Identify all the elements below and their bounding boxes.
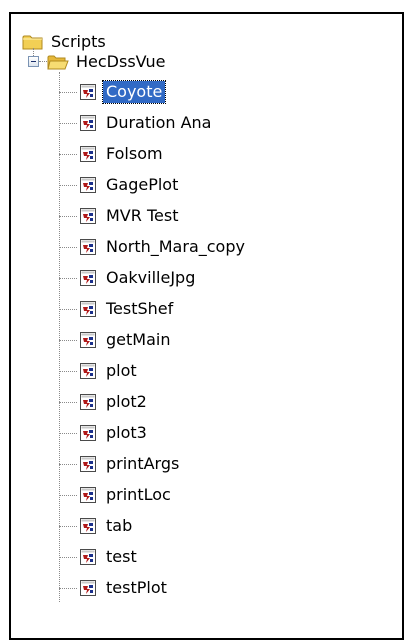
tree-connector [59, 526, 77, 527]
tree-node-label: Folsom [106, 144, 163, 163]
tree-node-script[interactable]: plot2 [79, 390, 150, 414]
script-file-icon [80, 456, 96, 472]
tree-node-label: HecDssVue [76, 52, 166, 71]
tree-connector [59, 464, 77, 465]
tree-connector [33, 48, 34, 56]
script-file-icon [80, 177, 96, 193]
tree-node-label: North_Mara_copy [106, 237, 245, 256]
tree-node-script[interactable]: TestShef [79, 297, 176, 321]
tree-connector [59, 402, 77, 403]
tree-node-label: MVR Test [106, 206, 179, 225]
script-file-icon [80, 363, 96, 379]
tree-connector [59, 247, 77, 248]
script-file-icon [80, 487, 96, 503]
tree-node-script[interactable]: North_Mara_copy [79, 235, 248, 259]
tree-connector [59, 216, 77, 217]
script-file-icon [80, 425, 96, 441]
tree-node-script[interactable]: printArgs [79, 452, 182, 476]
collapse-toggle[interactable] [28, 56, 39, 67]
tree-connector [59, 433, 77, 434]
tree-connector [59, 123, 77, 124]
tree-node-label: plot [106, 361, 137, 380]
tree-connector [59, 309, 77, 310]
tree-node-label: tab [106, 516, 133, 535]
tree-connector [59, 495, 77, 496]
tree-node-hecdssvue[interactable]: HecDssVue [47, 50, 169, 74]
tree-connector [59, 340, 77, 341]
tree-node-script[interactable]: OakvilleJpg [79, 266, 198, 290]
tree-node-label: GagePlot [106, 175, 179, 194]
tree-connector [59, 557, 77, 558]
tree-node-label: test [106, 547, 137, 566]
tree-connector [59, 588, 77, 589]
script-file-icon [80, 270, 96, 286]
tree-connector [59, 92, 77, 93]
tree-node-script[interactable]: testPlot [79, 576, 170, 600]
tree-connector [59, 154, 77, 155]
tree-node-script[interactable]: plot [79, 359, 140, 383]
tree-node-script[interactable]: Folsom [79, 142, 166, 166]
tree-node-label: Coyote [101, 80, 167, 104]
tree-node-script[interactable]: GagePlot [79, 173, 181, 197]
script-file-icon [80, 301, 96, 317]
script-file-icon [80, 518, 96, 534]
script-file-icon [80, 580, 96, 596]
tree-node-label: testPlot [106, 578, 167, 597]
script-file-icon [80, 394, 96, 410]
tree-node-label: plot2 [106, 392, 147, 411]
tree-node-script[interactable]: printLoc [79, 483, 174, 507]
tree-node-label: printLoc [106, 485, 171, 504]
tree-node-script[interactable]: plot3 [79, 421, 150, 445]
script-file-icon [80, 239, 96, 255]
script-file-icon [80, 115, 96, 131]
script-file-icon [80, 146, 96, 162]
tree-connector [59, 371, 77, 372]
tree-node-script[interactable]: getMain [79, 328, 173, 352]
script-file-icon [80, 84, 96, 100]
tree-connector [59, 278, 77, 279]
script-file-icon [80, 208, 96, 224]
tree-connector [59, 185, 77, 186]
tree-node-label: Duration Ana [106, 113, 212, 132]
tree-node-script[interactable]: Coyote [79, 80, 167, 104]
tree-node-label: getMain [106, 330, 171, 349]
script-file-icon [80, 549, 96, 565]
tree-connector [59, 72, 60, 602]
tree-node-script[interactable]: MVR Test [79, 204, 181, 228]
tree-node-script[interactable]: test [79, 545, 140, 569]
tree-node-script[interactable]: Duration Ana [79, 111, 214, 135]
tree-node-label: TestShef [106, 299, 174, 318]
tree-node-label: plot3 [106, 423, 147, 442]
tree-node-label: OakvilleJpg [106, 268, 196, 287]
scripts-tree-panel: Scripts HecDssVue Coyote Duration Ana Fols… [9, 12, 404, 640]
tree-node-script[interactable]: tab [79, 514, 135, 538]
tree-connector [39, 61, 47, 62]
tree-node-label: printArgs [106, 454, 180, 473]
folder-open-icon [47, 55, 69, 70]
script-file-icon [80, 332, 96, 348]
